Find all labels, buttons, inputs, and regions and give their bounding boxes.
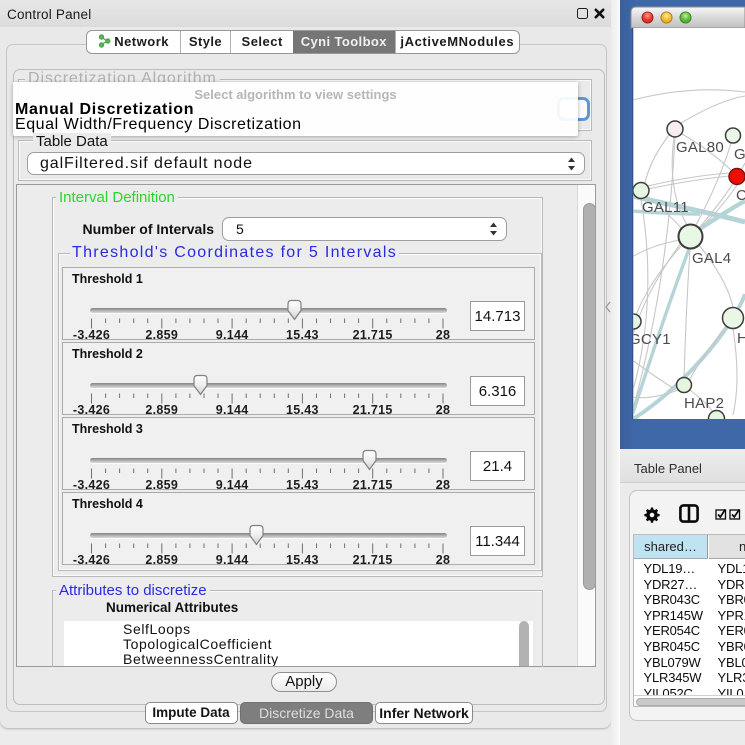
svg-text:GAL80: GAL80 [676,139,724,156]
svg-text:GAL7: GAL7 [734,146,745,163]
svg-text:HIS: HIS [737,330,745,347]
svg-text:GAL4: GAL4 [692,250,731,267]
svg-text:GAL11: GAL11 [642,199,689,216]
svg-text:CRP: CRP [736,187,745,204]
svg-text:HAP2: HAP2 [684,395,724,412]
svg-text:GCY1: GCY1 [629,331,671,348]
